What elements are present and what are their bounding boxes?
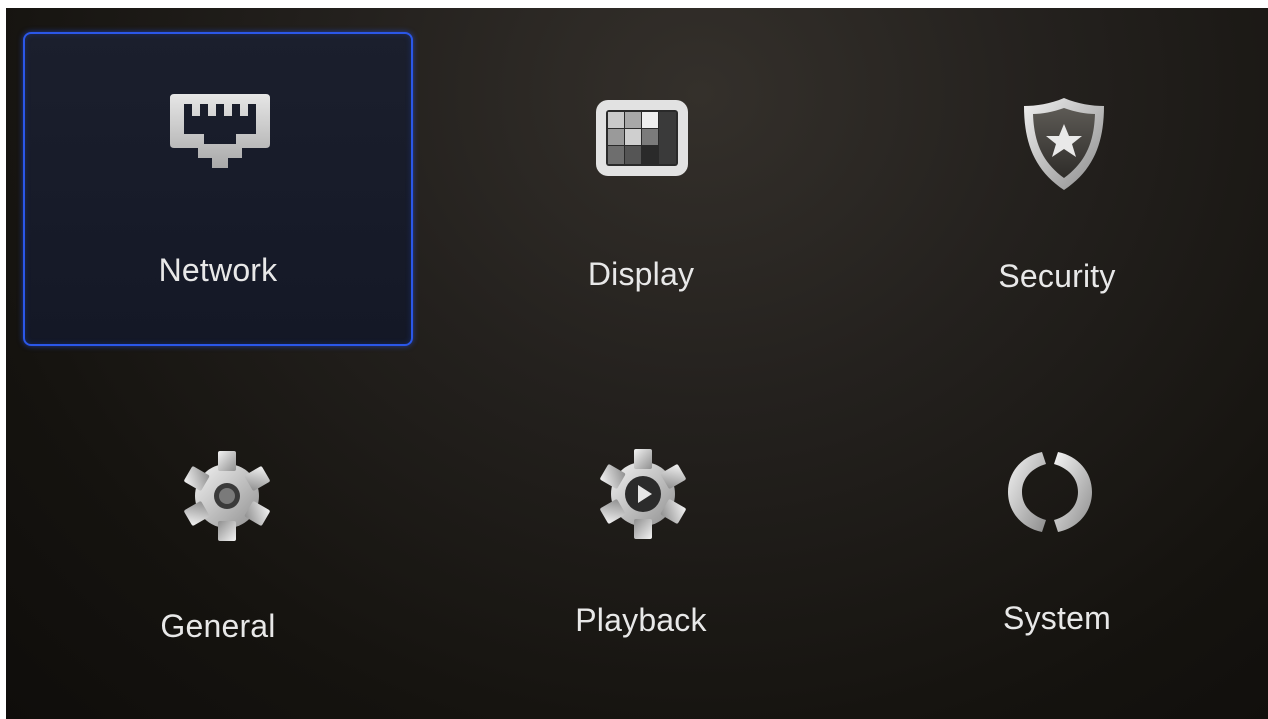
gear-play-icon	[600, 449, 686, 539]
menu-tile-playback[interactable]: Playback	[446, 400, 836, 714]
settings-screen: Network Display Security General Playbac…	[6, 8, 1268, 719]
menu-tile-display[interactable]: Display	[446, 32, 836, 346]
menu-tile-network[interactable]: Network	[23, 32, 413, 346]
menu-label-security: Security	[998, 258, 1116, 294]
menu-label-general: General	[160, 608, 276, 644]
menu-label-display: Display	[587, 256, 695, 292]
display-layout-icon	[596, 100, 688, 176]
system-refresh-icon	[1008, 452, 1092, 532]
menu-label-playback: Playback	[575, 602, 707, 638]
menu-tile-general[interactable]: General	[23, 400, 413, 714]
menu-tile-security[interactable]: Security	[862, 32, 1252, 346]
menu-tile-system[interactable]: System	[862, 400, 1252, 714]
network-port-icon	[170, 94, 270, 168]
gear-icon	[184, 451, 270, 541]
menu-label-network: Network	[158, 252, 278, 288]
menu-label-system: System	[1003, 600, 1111, 636]
shield-star-icon	[1024, 98, 1104, 190]
